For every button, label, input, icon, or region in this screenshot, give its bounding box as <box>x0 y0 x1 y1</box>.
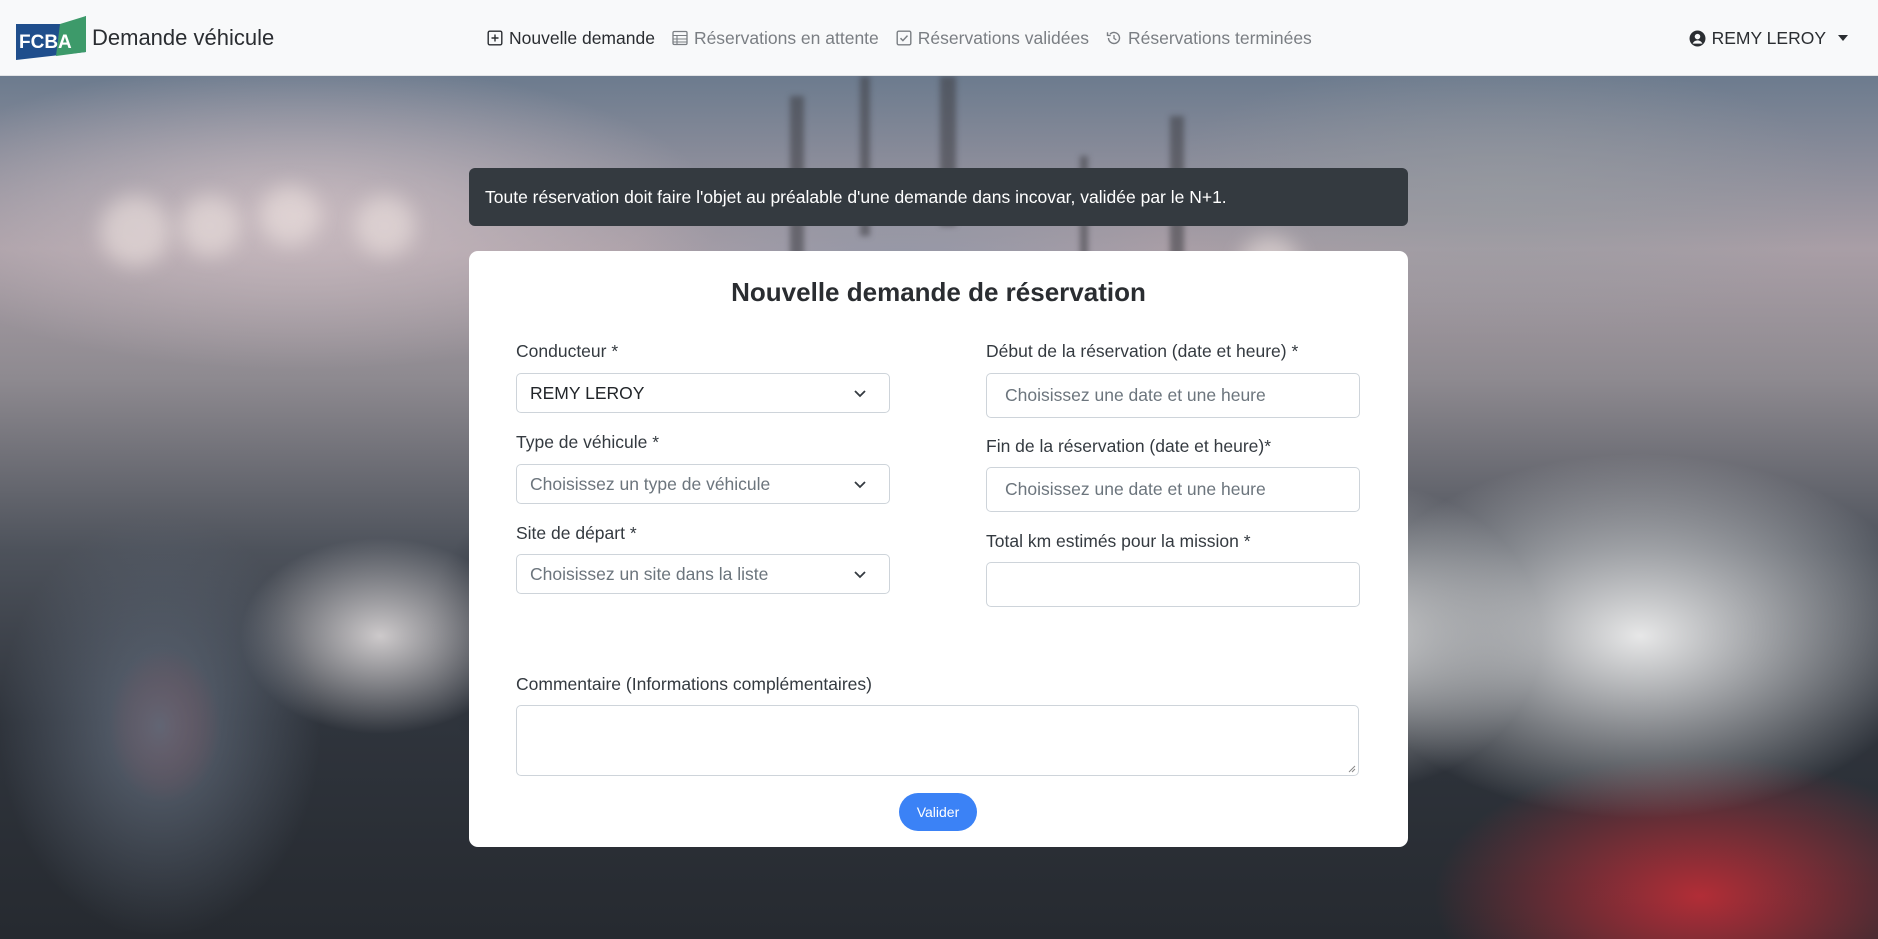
site-depart-select[interactable]: Choisissez un site dans la liste <box>516 554 890 594</box>
commentaire-label: Commentaire (Informations complémentaire… <box>516 674 872 694</box>
total-km-label: Total km estimés pour la mission * <box>986 531 1251 551</box>
main-nav: Nouvelle demande Réservations en attente… <box>487 0 1329 76</box>
caret-down-icon <box>1838 35 1848 41</box>
nav-reservations-validees[interactable]: Réservations validées <box>896 28 1089 49</box>
nav-label: Réservations en attente <box>693 27 879 48</box>
nav-label: Réservations terminées <box>1127 27 1312 48</box>
chevron-down-icon <box>854 571 866 579</box>
resize-handle-icon[interactable] <box>1347 764 1356 773</box>
type-vehicule-label: Type de véhicule * <box>516 432 660 452</box>
nav-label: Nouvelle demande <box>509 27 655 48</box>
info-alert: Toute réservation doit faire l'objet au … <box>469 168 1408 226</box>
table-icon <box>672 30 688 46</box>
nav-reservations-en-attente[interactable]: Réservations en attente <box>672 28 879 49</box>
brand[interactable]: FCBA Demande véhicule <box>16 15 275 60</box>
reservation-form-card: Nouvelle demande de réservation Conducte… <box>469 251 1408 847</box>
user-name: REMY LEROY <box>1711 27 1826 48</box>
debut-label: Début de la réservation (date et heure) … <box>986 341 1299 361</box>
type-vehicule-select[interactable]: Choisissez un type de véhicule <box>516 464 890 504</box>
commentaire-textarea[interactable] <box>516 705 1359 776</box>
chevron-down-icon <box>854 390 866 398</box>
plus-square-icon <box>487 30 503 46</box>
fcba-logo: FCBA <box>16 15 86 60</box>
debut-placeholder: Choisissez une date et une heure <box>1005 385 1266 405</box>
site-depart-placeholder: Choisissez un site dans la liste <box>530 563 769 584</box>
nav-nouvelle-demande[interactable]: Nouvelle demande <box>487 28 655 49</box>
conducteur-value: REMY LEROY <box>530 382 645 403</box>
debut-datetime-input[interactable]: Choisissez une date et une heure <box>986 373 1360 418</box>
type-vehicule-placeholder: Choisissez un type de véhicule <box>530 473 771 494</box>
top-navbar: FCBA Demande véhicule Nouvelle demande R… <box>0 0 1878 76</box>
fin-placeholder: Choisissez une date et une heure <box>1005 479 1266 499</box>
user-menu-dropdown[interactable]: REMY LEROY <box>1689 0 1848 76</box>
nav-label: Réservations validées <box>917 27 1089 48</box>
alert-text: Toute réservation doit faire l'objet au … <box>485 186 1227 207</box>
user-circle-icon <box>1689 30 1706 46</box>
brand-title: Demande véhicule <box>92 24 275 50</box>
check-square-icon <box>896 30 912 46</box>
history-icon <box>1106 31 1121 45</box>
form-title: Nouvelle demande de réservation <box>731 277 1146 307</box>
conducteur-label: Conducteur * <box>516 341 619 361</box>
conducteur-select[interactable]: REMY LEROY <box>516 373 890 413</box>
fin-label: Fin de la réservation (date et heure)* <box>986 436 1272 456</box>
nav-reservations-terminees[interactable]: Réservations terminées <box>1106 28 1312 49</box>
valider-button[interactable]: Valider <box>899 793 977 831</box>
total-km-input[interactable] <box>986 562 1360 607</box>
svg-text:FCBA: FCBA <box>19 32 72 53</box>
site-depart-label: Site de départ * <box>516 523 637 543</box>
fin-datetime-input[interactable]: Choisissez une date et une heure <box>986 467 1360 512</box>
chevron-down-icon <box>854 481 866 489</box>
